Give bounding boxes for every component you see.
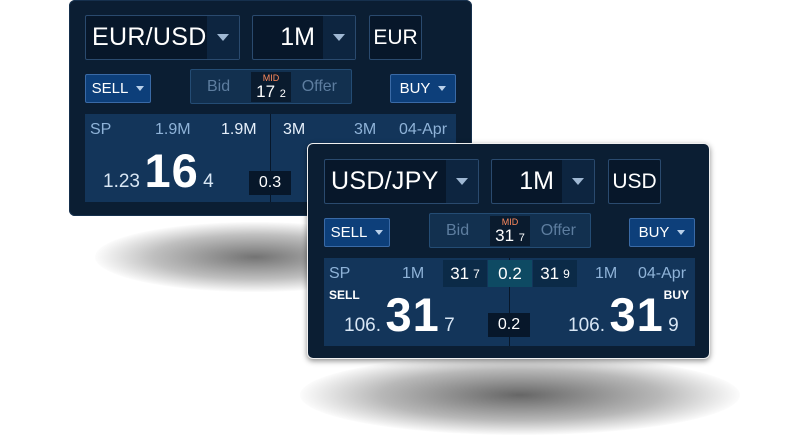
ladder-spread: 0.2	[488, 260, 532, 287]
tenor-label: SP	[90, 121, 112, 138]
sell-price-tile[interactable]: SP 1.9M 1.9M 1.23 16 4	[85, 114, 270, 202]
bid-option[interactable]: Bid	[207, 78, 230, 96]
amount-value: 1M	[519, 167, 554, 195]
value-date: 04-Apr	[399, 121, 448, 138]
sell-amount: 1.9M	[155, 121, 191, 138]
ladder-offer-price[interactable]: 31 9	[533, 260, 577, 287]
bid-option[interactable]: Bid	[446, 222, 469, 240]
price-panel: SP 1M SELL 106. 31 7 1M 04-Apr BUY 106. …	[324, 258, 695, 346]
sell-amount-secondary: 1.9M	[221, 121, 257, 138]
sell-button[interactable]: SELL	[85, 74, 151, 103]
price-mode-toggle[interactable]: Bid MID 17 2 Offer	[190, 69, 352, 104]
chevron-down-icon[interactable]	[562, 160, 594, 203]
buy-button-label: BUY	[399, 80, 431, 97]
currency-pair-select[interactable]: USD/JPY	[324, 159, 479, 204]
buy-button-label: BUY	[638, 224, 670, 241]
sell-price: 1.23 16 4	[103, 144, 214, 197]
chevron-down-icon	[375, 230, 384, 235]
buy-amount: 1M	[595, 265, 618, 282]
dealt-currency-button[interactable]: EUR	[369, 15, 422, 60]
sell-button[interactable]: SELL	[324, 218, 390, 247]
sell-button-label: SELL	[91, 80, 129, 97]
tenor-label: SP	[329, 265, 351, 282]
amount-select[interactable]: 1M	[252, 15, 356, 60]
sell-amount: 1M	[402, 265, 425, 282]
buy-button[interactable]: BUY	[629, 218, 695, 247]
sell-price: 106. 31 7	[344, 288, 455, 341]
spread-value: 0.3	[249, 171, 291, 195]
chevron-down-icon[interactable]	[446, 160, 478, 203]
currency-pair-select[interactable]: EUR/USD	[85, 15, 240, 60]
offer-option[interactable]: Offer	[541, 222, 576, 240]
amount-value: 1M	[280, 23, 315, 51]
mid-option[interactable]: MID 17 2	[251, 72, 291, 102]
buy-button[interactable]: BUY	[390, 74, 456, 103]
mid-price: 17 2	[256, 82, 286, 101]
dealt-currency-button[interactable]: USD	[608, 159, 661, 204]
chevron-down-icon	[677, 230, 686, 235]
buy-amount-secondary: 3M	[283, 121, 306, 138]
currency-pair-value: EUR/USD	[92, 23, 207, 51]
trade-tile-usdjpy: USD/JPY 1M USD SELL Bid MID 31 7 Offer B…	[307, 143, 710, 359]
value-date: 04-Apr	[638, 265, 687, 282]
chevron-down-icon	[438, 86, 447, 91]
ladder-bid-price[interactable]: 31 7	[443, 260, 487, 287]
amount-select[interactable]: 1M	[491, 159, 595, 204]
spread-value: 0.2	[488, 313, 530, 337]
currency-pair-value: USD/JPY	[331, 167, 439, 195]
chevron-down-icon	[136, 86, 145, 91]
chevron-down-icon[interactable]	[323, 16, 355, 59]
widget-shadow	[300, 355, 740, 435]
mid-option[interactable]: MID 31 7	[490, 216, 530, 246]
price-mode-toggle[interactable]: Bid MID 31 7 Offer	[429, 213, 591, 248]
offer-option[interactable]: Offer	[302, 78, 337, 96]
buy-price: 106. 31 9	[568, 288, 679, 341]
buy-amount: 3M	[354, 121, 377, 138]
sell-button-label: SELL	[330, 224, 368, 241]
chevron-down-icon[interactable]	[207, 16, 239, 59]
mid-price: 31 7	[495, 226, 525, 245]
